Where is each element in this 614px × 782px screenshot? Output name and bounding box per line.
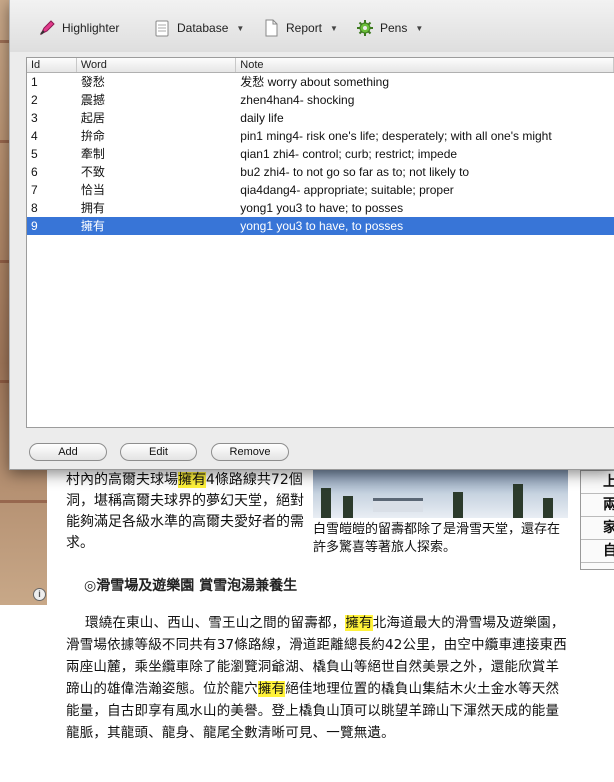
toolbar: Highlighter Database ▼ Report ▼ Pens ▼ — [10, 0, 614, 52]
report-menu[interactable]: Report ▼ — [262, 18, 338, 38]
side-link[interactable]: 自 — [581, 540, 614, 563]
vocabulary-window: Highlighter Database ▼ Report ▼ Pens ▼ Id W… — [9, 0, 614, 470]
column-header-word[interactable]: Word — [77, 58, 237, 72]
highlighted-word: 擁有 — [178, 472, 206, 488]
side-link[interactable]: 上 — [581, 471, 614, 494]
remove-button[interactable]: Remove — [211, 443, 289, 461]
table-row[interactable]: 5 牽制 qian1 zhi4- control; curb; restrict; … — [27, 145, 614, 163]
highlighter-button[interactable]: Highlighter — [38, 18, 119, 38]
vocabulary-table[interactable]: Id Word Note 1 發愁 发愁 worry about something… — [26, 57, 614, 428]
section-heading: ◎滑雪場及遊樂園 賞雪泡湯兼養生 — [84, 578, 298, 594]
pens-menu[interactable]: Pens ▼ — [356, 18, 423, 38]
table-row[interactable]: 6 不致 bu2 zhi4- to not go so far as to; not… — [27, 163, 614, 181]
side-link[interactable]: 兩 — [581, 494, 614, 517]
table-row-selected[interactable]: 9 擁有 yong1 you3 to have, to posses — [27, 217, 614, 235]
edit-button[interactable]: Edit — [120, 443, 197, 461]
column-header-id[interactable]: Id — [27, 58, 77, 72]
highlighter-icon — [38, 19, 56, 37]
table-row[interactable]: 3 起居 daily life — [27, 109, 614, 127]
article-paragraph-2: 環繞在東山、西山、雪王山之間的留壽都，擁有北海道最大的滑雪場及遊樂園，滑雪場依據… — [66, 615, 567, 741]
database-menu[interactable]: Database ▼ — [153, 18, 244, 38]
photo-caption: 白雪皚皚的留壽都除了是滑雪天堂，還存在許多驚喜等著旅人探索。 — [313, 522, 561, 555]
side-link-box[interactable]: 上 兩 家 自 — [580, 470, 614, 570]
highlighted-word: 擁有 — [345, 615, 373, 631]
document-icon — [262, 19, 280, 37]
table-row[interactable]: 1 發愁 发愁 worry about something — [27, 73, 614, 91]
column-header-note[interactable]: Note — [236, 58, 614, 72]
gear-icon — [356, 19, 374, 37]
highlighted-word: 擁有 — [257, 681, 286, 697]
dropdown-arrow-icon: ▼ — [236, 23, 245, 33]
database-icon — [153, 19, 171, 37]
table-header: Id Word Note — [27, 58, 614, 73]
dropdown-arrow-icon: ▼ — [330, 23, 338, 33]
article-paragraph-1: 村內的高爾夫球場擁有4條路線共72個洞，堪稱高爾夫球界的夢幻天堂，絕對能夠滿足各… — [66, 472, 304, 551]
info-icon[interactable]: i — [33, 588, 46, 601]
add-button[interactable]: Add — [29, 443, 107, 461]
dropdown-arrow-icon: ▼ — [415, 23, 424, 33]
table-row[interactable]: 4 拚命 pin1 ming4- risk one's life; desperat… — [27, 127, 614, 145]
snow-resort-photo — [313, 470, 568, 518]
side-link[interactable]: 家 — [581, 517, 614, 540]
table-row[interactable]: 8 拥有 yong1 you3 to have; to posses — [27, 199, 614, 217]
table-row[interactable]: 2 震撼 zhen4han4- shocking — [27, 91, 614, 109]
table-row[interactable]: 7 恰当 qia4dang4- appropriate; suitable; pro… — [27, 181, 614, 199]
